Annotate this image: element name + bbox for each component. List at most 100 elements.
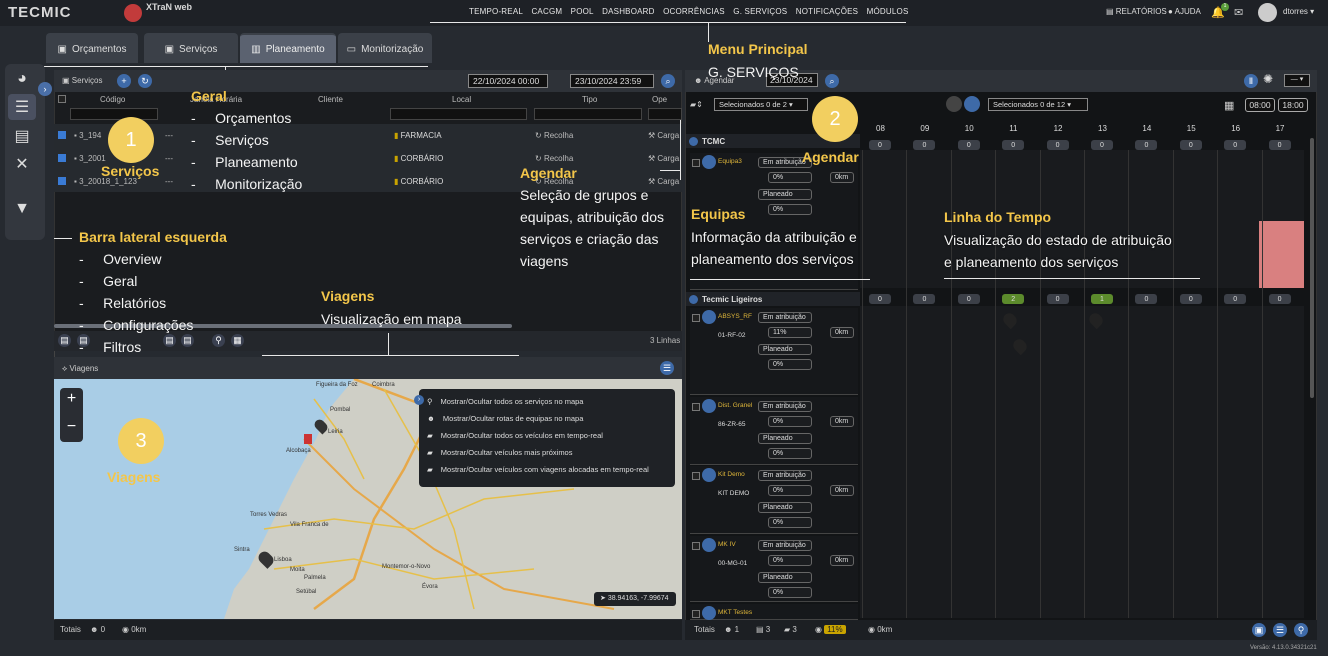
planned-progress[interactable]: 0% [768,359,812,370]
team-select[interactable]: Selecionados 0 de 12 ▾ [988,98,1088,111]
assign-status[interactable]: Em atribuição [758,401,812,412]
user-name[interactable]: dtorres ▾ [1283,7,1314,16]
reports-icon[interactable]: ▤ [8,123,36,149]
date-from-input[interactable]: 22/10/2024 00:00 [468,74,548,88]
team-checkbox[interactable] [692,610,700,618]
toggle-services-map[interactable]: ⚲ Mostrar/Ocultar todos os serviços no ma… [427,393,667,410]
planned-progress[interactable]: 0% [768,448,812,459]
nav-pool[interactable]: POOL [571,7,594,16]
toggle-nearest-vehicles[interactable]: ▰ Mostrar/Ocultar veículos mais próximos [427,444,667,461]
grid-icon[interactable]: ▦ [231,334,244,347]
search-icon[interactable]: ⌕ [661,74,675,88]
col-ope[interactable]: Ope [652,95,667,104]
map-icon[interactable]: ⚲ [1294,623,1308,637]
map-marker-red-icon[interactable] [304,434,312,444]
team-row[interactable]: MK IV 00-MG-01 Em atribuição 0% Planeado 0% 0… [690,536,858,602]
assign-status[interactable]: Em atribuição [758,540,812,551]
group-select[interactable]: Selecionados 0 de 2 ▾ [714,98,808,111]
assign-status[interactable]: Em atribuição [758,470,812,481]
filter-ope-select[interactable] [648,108,682,120]
table-row[interactable] [58,154,66,164]
map-list-icon[interactable]: ☰ [660,361,674,375]
table-row[interactable] [58,177,66,187]
nav-ocorrencias[interactable]: OCORRÊNCIAS [663,7,725,16]
reports-link[interactable]: ▤ RELATÓRIOS [1106,7,1167,16]
planned-status[interactable]: Planeado [758,344,812,355]
mail-icon[interactable]: ✉ [1234,6,1243,19]
services-add-icon[interactable]: + [117,74,131,88]
col-tipo[interactable]: Tipo [582,95,597,104]
filter-icon[interactable]: ▼ [8,196,36,222]
avatar[interactable] [1258,3,1277,22]
nav-cacgm[interactable]: CACGM [531,7,562,16]
planned-status[interactable]: Planeado [758,572,812,583]
assign-status[interactable]: Em atribuição [758,312,812,323]
pause-icon[interactable]: Ⅱ [1244,74,1258,88]
assign-progress[interactable]: 0% [768,172,812,183]
settings-icon[interactable]: ✕ [8,151,36,177]
nav-dashboard[interactable]: DASHBOARD [602,7,654,16]
tab-servicos[interactable]: ▣ Serviços [144,33,238,63]
group-collapse-icon[interactable] [689,137,698,146]
team-row[interactable]: Dist. Granel 86-ZR-65 Em atribuição 0% Plan… [690,397,858,465]
planned-status[interactable]: Planeado [758,502,812,513]
filter-tipo-select[interactable] [534,108,642,120]
team-checkbox[interactable] [692,472,700,480]
filter-codigo-input[interactable] [70,108,158,120]
nav-g-servicos[interactable]: G. SERVIÇOS [733,7,787,16]
col-codigo[interactable]: Código [100,95,125,104]
assign-progress[interactable]: 0% [768,416,812,427]
planned-progress[interactable]: 0% [768,204,812,215]
overview-icon[interactable]: ◕ [8,66,36,92]
date-to-input[interactable]: 23/10/2024 23:59 [570,74,654,88]
team-checkbox[interactable] [692,542,700,550]
schedule-search-icon[interactable]: ⌕ [825,74,839,88]
time-from-input[interactable]: 08:00 [1245,98,1275,112]
group-collapse-icon[interactable] [689,295,698,304]
team-checkbox[interactable] [692,403,700,411]
toggle-vehicles-realtime[interactable]: ▰ Mostrar/Ocultar todos os veículos em te… [427,427,667,444]
planned-progress[interactable]: 0% [768,517,812,528]
save-icon[interactable]: ▣ [1252,623,1266,637]
export-icon[interactable]: ▤ [58,334,71,347]
team-filter-icon[interactable] [946,96,962,112]
tab-orcamentos[interactable]: ▣ Orçamentos [46,33,138,63]
assign-progress[interactable]: 0% [768,555,812,566]
planned-status[interactable]: Planeado [758,433,812,444]
sidebar-expand-icon[interactable]: › [38,82,52,96]
planned-status[interactable]: Planeado [758,189,812,200]
team-row[interactable]: ABSYS_RF 01-RF-02 Em atribuição 11% Planead… [690,308,858,395]
time-to-input[interactable]: 18:00 [1278,98,1308,112]
col-cliente[interactable]: Cliente [318,95,343,104]
team-status-icon[interactable] [964,96,980,112]
assign-progress[interactable]: 0% [768,485,812,496]
list-icon[interactable]: ☰ [1273,623,1287,637]
zoom-out-button[interactable]: − [60,418,83,442]
geral-icon[interactable]: ☰ [8,94,36,120]
zoom-in-button[interactable]: + [60,390,83,414]
select-all-checkbox[interactable] [58,95,66,105]
assign-progress[interactable]: 11% [768,327,812,338]
toggle-vehicles-trips[interactable]: ▰ Mostrar/Ocultar veículos com viagens al… [427,461,667,478]
filter-local-input[interactable] [390,108,527,120]
col-local[interactable]: Local [452,95,471,104]
tab-planeamento[interactable]: ▥ Planeamento [240,33,336,63]
team-row[interactable]: Kit Demo KIT DEMO Em atribuição 0% Planeado… [690,466,858,534]
team-row[interactable]: MKT Testes [690,604,858,620]
table-row[interactable] [58,131,66,141]
services-refresh-icon[interactable]: ↻ [138,74,152,88]
schedule-scrollbar[interactable] [1310,138,1314,398]
team-checkbox[interactable] [692,314,700,322]
nav-modulos[interactable]: MÓDULOS [867,7,909,16]
help-link[interactable]: ● AJUDA [1168,7,1201,16]
menu-collapse-icon[interactable]: › [414,395,424,405]
planned-progress[interactable]: 0% [768,587,812,598]
nav-tempo-real[interactable]: TEMPO-REAL [469,7,523,16]
toggle-team-routes[interactable]: ☻ Mostrar/Ocultar rotas de equipas no map… [427,410,667,427]
map-pin-icon[interactable]: ⚲ [212,334,225,347]
lightbulb-icon[interactable]: ✺ [1263,72,1273,86]
schedule-options-select[interactable]: — ▾ [1284,74,1310,87]
team-checkbox[interactable] [692,159,700,167]
tab-monitorizacao[interactable]: ▭ Monitorização [338,33,432,63]
nav-notificacoes[interactable]: NOTIFICAÇÕES [796,7,858,16]
